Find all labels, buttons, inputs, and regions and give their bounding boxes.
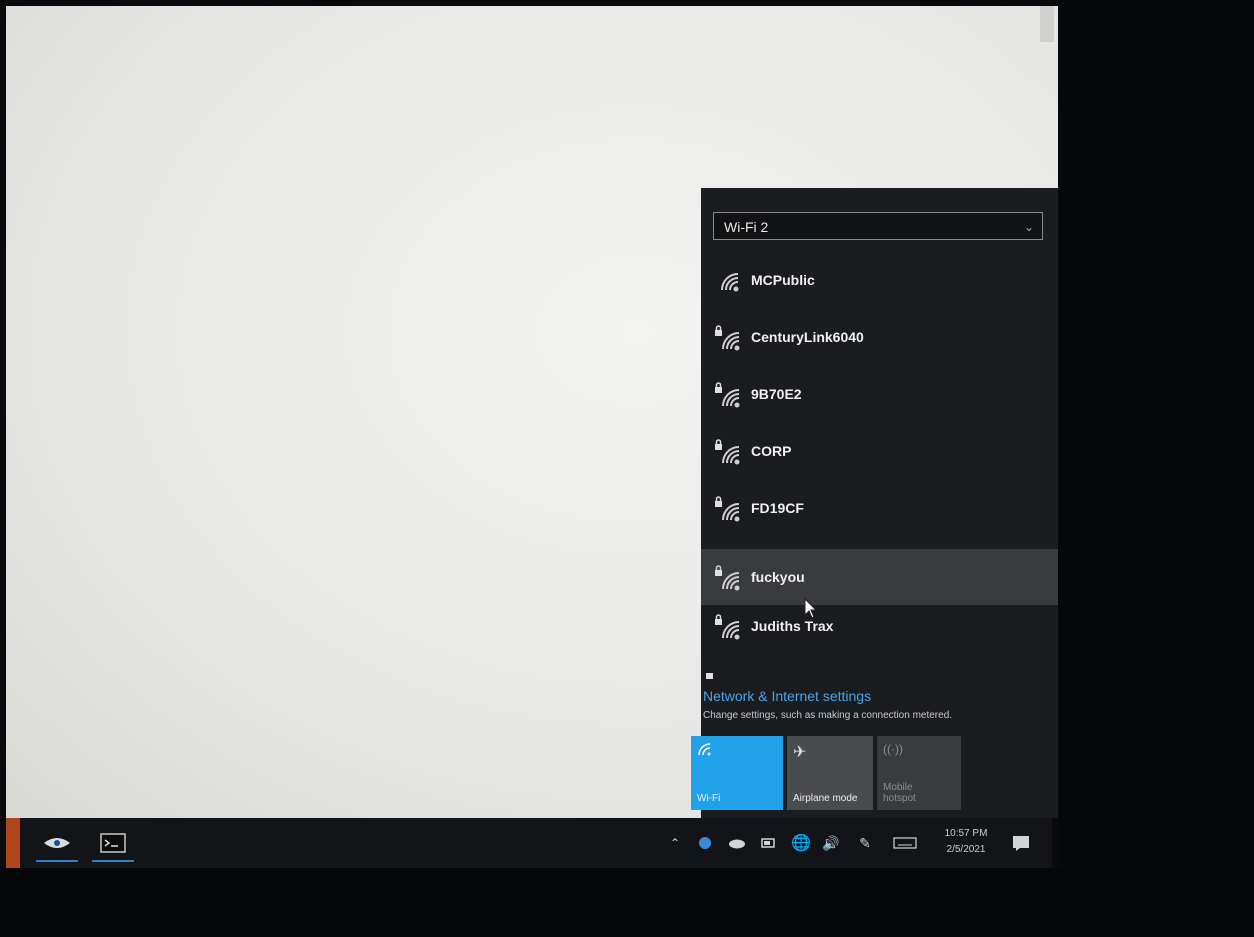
network-name: MCPublic [751,272,815,288]
lock-icon [705,666,715,684]
airplane-mode-quick-action[interactable]: ✈ Airplane mode [787,736,873,810]
taskbar-app-terminal[interactable] [88,822,138,864]
network-name: CenturyLink6040 [751,329,864,345]
desktop-scrollbar[interactable] [1040,6,1054,42]
globe-icon[interactable]: 🌐 [788,818,814,868]
taskbar: ⌃ 🌐 🔊 ✎ 10:57 PM 2/5/2021 [6,818,1052,868]
system-clock[interactable]: 10:57 PM 2/5/2021 [934,826,998,858]
secured-wifi-icon [705,380,751,408]
active-indicator [92,860,134,862]
secured-wifi-icon [705,494,751,522]
hotspot-tile-label: Mobile hotspot [883,782,916,804]
secured-wifi-icon [705,437,751,465]
network-flyout: Wi-Fi 2 ⌄ MCPublic CenturyLink6040 9B70E… [691,188,1058,818]
monitor-bezel-right [1058,0,1254,937]
airplane-icon: ✈ [793,744,807,761]
network-item-9b70e2[interactable]: 9B70E2 [701,366,1058,422]
show-hidden-icons-chevron[interactable]: ⌃ [664,818,686,868]
network-name: 9B70E2 [751,386,802,402]
active-indicator [36,860,78,862]
network-item-fd19cf[interactable]: FD19CF [701,480,1058,536]
network-item-mcpublic[interactable]: MCPublic [701,252,1058,308]
taskbar-app-eye[interactable] [32,822,82,864]
adapter-dropdown-value: Wi-Fi 2 [724,219,769,235]
keyboard-icon[interactable] [888,818,922,868]
start-button-edge[interactable] [6,818,20,868]
wifi-icon [697,743,713,759]
onedrive-icon[interactable] [724,818,750,868]
adapter-dropdown[interactable]: Wi-Fi 2 ⌄ [713,212,1043,240]
network-item-centurylink6040[interactable]: CenturyLink6040 [701,309,1058,365]
clock-date: 2/5/2021 [946,844,986,855]
mouse-cursor [804,597,818,625]
network-settings-description: Change settings, such as making a connec… [703,710,953,721]
network-item-corp[interactable]: CORP [701,423,1058,479]
battery-icon[interactable] [756,818,782,868]
wifi-signal-icon [705,268,751,292]
monitor-bezel-bottom [0,868,1254,937]
eye-app-icon [44,838,70,848]
terminal-icon [100,833,126,853]
wifi-quick-action[interactable]: Wi-Fi [691,736,783,810]
network-name: Judiths Trax [751,618,834,634]
chevron-down-icon: ⌄ [1023,220,1034,234]
network-settings-link[interactable]: Network & Internet settings [703,688,871,704]
airplane-tile-label: Airplane mode [793,793,858,804]
hotspot-icon: ((·)) [883,742,903,756]
network-item-judiths-trax[interactable]: Judiths Trax [701,598,1058,654]
network-item-hovered[interactable]: fuckyou [701,549,1058,605]
volume-icon[interactable]: 🔊 [818,818,844,868]
blue-app-tray-icon[interactable] [692,818,718,868]
wifi-tile-label: Wi-Fi [697,793,721,804]
action-center-icon[interactable] [1006,818,1036,868]
network-name: FD19CF [751,500,804,516]
network-name: CORP [751,443,792,459]
secured-wifi-icon [705,323,751,351]
pen-icon[interactable]: ✎ [852,818,878,868]
secured-wifi-icon [705,612,751,640]
secured-wifi-icon [705,563,751,591]
network-name: fuckyou [751,569,805,585]
mobile-hotspot-quick-action[interactable]: ((·)) Mobile hotspot [877,736,961,810]
clock-time: 10:57 PM [944,828,988,839]
